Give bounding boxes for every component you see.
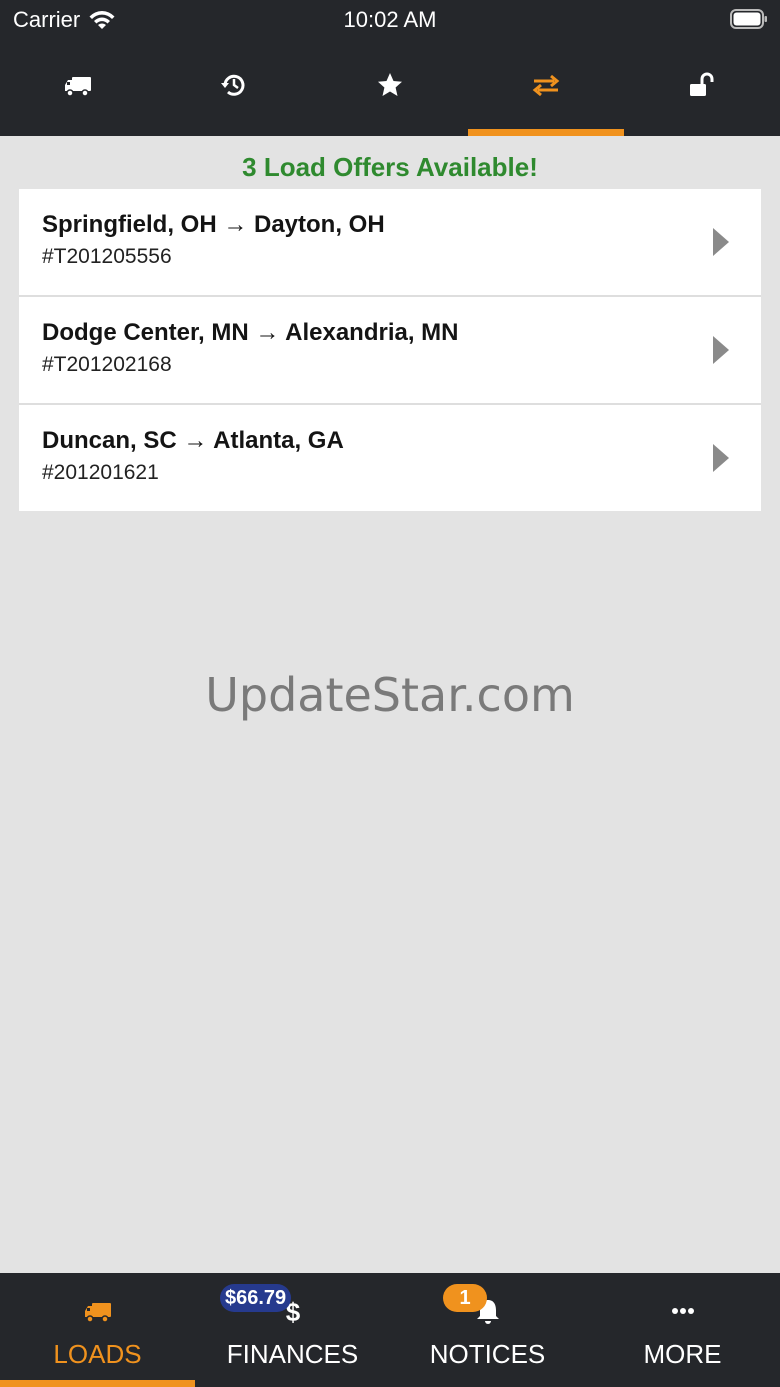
chevron-right-icon (713, 336, 729, 364)
tab-load-offers[interactable] (468, 40, 624, 136)
offer-id: #T201205556 (42, 245, 172, 268)
tab-favorites[interactable] (312, 40, 468, 136)
unlock-icon (690, 72, 714, 96)
offer-route: Dodge Center, MN → Alexandria, MN (42, 319, 459, 346)
chevron-right-icon (713, 228, 729, 256)
bottom-tab-label: NOTICES (429, 1339, 546, 1369)
battery-icon (730, 9, 767, 29)
bottom-tab-notices[interactable]: NOTICES (390, 1273, 585, 1387)
list-item[interactable]: Duncan, SC → Atlanta, GA #201201621 (19, 405, 761, 511)
more-dots-icon (671, 1308, 694, 1314)
notices-count-badge: 1 (443, 1284, 487, 1312)
offer-route: Springfield, OH → Dayton, OH (42, 211, 385, 238)
bottom-tab-label: LOADS (53, 1339, 142, 1369)
load-offers-list: Springfield, OH → Dayton, OH #T201205556… (19, 189, 761, 511)
bottom-tab-label: MORE (643, 1339, 722, 1369)
star-icon (378, 73, 402, 96)
bottom-tab-bar: LOADS $ FINANCES NOTICES MORE (0, 1273, 780, 1387)
offer-id: #T201202168 (42, 353, 172, 376)
offer-id: #201201621 (42, 461, 159, 484)
tab-loads[interactable] (0, 40, 156, 136)
bottom-tab-more[interactable]: MORE (585, 1273, 780, 1387)
tab-history[interactable] (156, 40, 312, 136)
swap-arrows-icon (532, 74, 560, 97)
offer-route: Duncan, SC → Atlanta, GA (42, 427, 344, 454)
status-bar: Carrier 10:02 AM (0, 0, 780, 40)
history-icon (221, 74, 245, 96)
list-item[interactable]: Dodge Center, MN → Alexandria, MN #T2012… (19, 297, 761, 405)
finances-balance-badge: $66.79 (220, 1284, 292, 1312)
tab-unlock[interactable] (624, 40, 780, 136)
bottom-tab-loads[interactable]: LOADS (0, 1273, 195, 1387)
chevron-right-icon (713, 444, 729, 472)
bottom-tab-label: FINANCES (226, 1339, 359, 1369)
truck-icon (65, 77, 91, 97)
status-time: 10:02 AM (343, 7, 437, 32)
watermark-text: UpdateStar.com (205, 668, 575, 722)
truck-icon (84, 1303, 111, 1323)
top-tab-bar (0, 40, 780, 136)
list-item[interactable]: Springfield, OH → Dayton, OH #T201205556 (19, 189, 761, 297)
offers-count-heading: 3 Load Offers Available! (242, 152, 538, 182)
